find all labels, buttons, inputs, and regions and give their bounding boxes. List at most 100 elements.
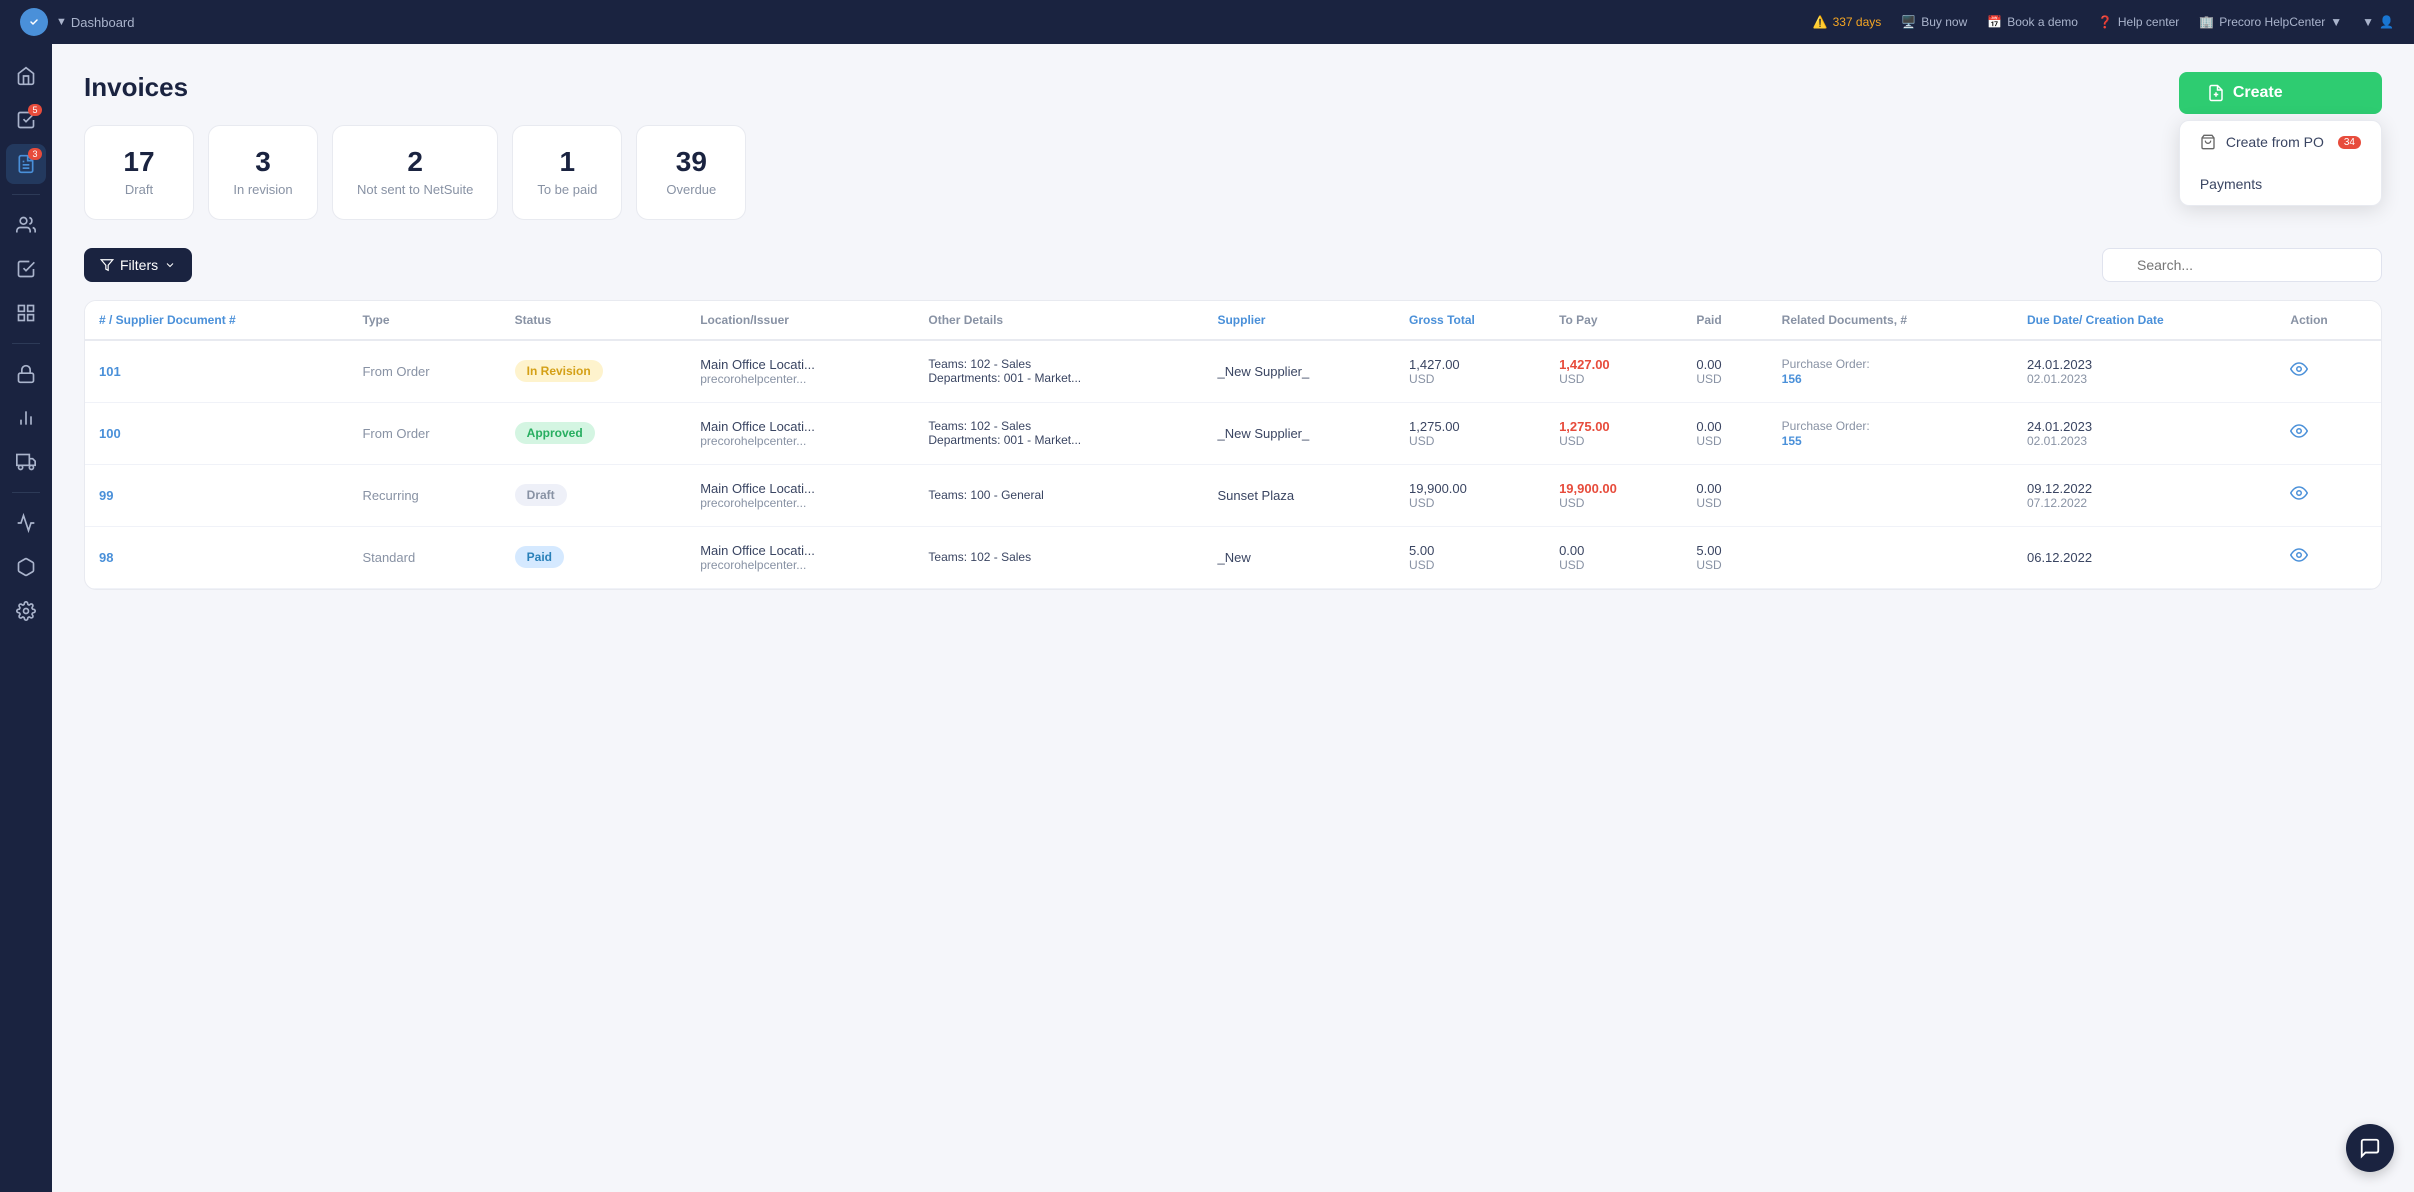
col-supplier-label: Supplier: [1217, 313, 1265, 327]
col-type-label: Type: [362, 313, 389, 327]
topay-currency-2: USD: [1559, 496, 1668, 510]
gross-amount-2: 19,900.00: [1409, 481, 1531, 496]
chat-bubble[interactable]: [2346, 1124, 2394, 1172]
stat-number-netsuite: 2: [357, 146, 473, 178]
creation-date-1: 02.01.2023: [2027, 434, 2262, 448]
view-button-0[interactable]: [2290, 365, 2308, 382]
filter-icon: [100, 258, 114, 272]
stat-card-overdue[interactable]: 39 Overdue: [636, 125, 746, 220]
cell-dates-2: 09.12.2022 07.12.2022: [2013, 464, 2276, 526]
stat-label-netsuite: Not sent to NetSuite: [357, 182, 473, 199]
location-main-0: Main Office Locati...: [700, 357, 900, 372]
sidebar-item-warehouse[interactable]: [6, 547, 46, 587]
cell-status-2: Draft: [501, 464, 687, 526]
sidebar-item-catalog[interactable]: [6, 293, 46, 333]
topay-currency-0: USD: [1559, 372, 1668, 386]
col-topay-label: To Pay: [1559, 313, 1597, 327]
related-doc-link-0[interactable]: 156: [1782, 372, 1802, 386]
invoice-link-2[interactable]: 99: [99, 488, 113, 503]
filters-button[interactable]: Filters: [84, 248, 192, 282]
orders-badge: 5: [28, 104, 42, 116]
cell-related-1: Purchase Order: 155: [1768, 402, 2013, 464]
payments-item[interactable]: Payments: [2180, 163, 2381, 205]
search-input[interactable]: [2102, 248, 2382, 282]
sidebar-divider-3: [12, 492, 40, 493]
create-dropdown: Create from PO 34 Payments: [2179, 120, 2382, 206]
cell-location-1: Main Office Locati... precorohelpcenter.…: [686, 402, 914, 464]
cell-id-1: 100: [85, 402, 348, 464]
breadcrumb[interactable]: ▼ Dashboard: [56, 15, 135, 30]
col-header-topay: To Pay: [1545, 301, 1682, 340]
paid-currency-3: USD: [1696, 558, 1753, 572]
sidebar-item-suppliers[interactable]: [6, 205, 46, 245]
stat-card-revision[interactable]: 3 In revision: [208, 125, 318, 220]
stat-card-tobepaid[interactable]: 1 To be paid: [512, 125, 622, 220]
create-area: Create Create from PO 34 Payments: [2179, 72, 2382, 206]
user-menu[interactable]: 🏢 Precoro HelpCenter ▼: [2199, 15, 2342, 29]
filters-label: Filters: [120, 257, 158, 273]
col-other-label: Other Details: [928, 313, 1003, 327]
sidebar-item-invoices[interactable]: 3: [6, 144, 46, 184]
invoices-table: # / Supplier Document # Type Status Loca…: [84, 300, 2382, 590]
col-header-status: Status: [501, 301, 687, 340]
view-button-2[interactable]: [2290, 489, 2308, 506]
sidebar-item-reports[interactable]: [6, 398, 46, 438]
col-header-related: Related Documents, #: [1768, 301, 2013, 340]
alert-days[interactable]: ⚠️ 337 days: [1813, 15, 1882, 29]
related-doc-link-1[interactable]: 155: [1782, 434, 1802, 448]
user-avatar-icon: 👤: [2379, 15, 2394, 29]
help-icon: ❓: [2098, 15, 2113, 29]
col-location-label: Location/Issuer: [700, 313, 789, 327]
cell-supplier-2: Sunset Plaza: [1203, 464, 1395, 526]
invoice-link-3[interactable]: 98: [99, 550, 113, 565]
topay-amount-1: 1,275.00: [1559, 419, 1668, 434]
other-dept-1: Departments: 001 - Market...: [928, 433, 1189, 447]
warning-icon: ⚠️: [1813, 15, 1828, 29]
sidebar-item-orders[interactable]: 5: [6, 100, 46, 140]
gross-currency-3: USD: [1409, 558, 1531, 572]
sidebar: 5 3: [0, 44, 52, 1192]
sidebar-item-approvals[interactable]: [6, 249, 46, 289]
chevron-icon: ▼: [56, 16, 67, 28]
stat-label-revision: In revision: [233, 182, 293, 199]
nav-right: ⚠️ 337 days 🖥️ Buy now 📅 Book a demo ❓ H…: [1813, 15, 2394, 29]
user-profile[interactable]: ▼ 👤: [2362, 15, 2394, 29]
view-button-3[interactable]: [2290, 551, 2308, 568]
cell-dates-1: 24.01.2023 02.01.2023: [2013, 402, 2276, 464]
status-badge-2: Draft: [515, 484, 567, 506]
sidebar-item-analytics[interactable]: [6, 503, 46, 543]
breadcrumb-parent[interactable]: Dashboard: [71, 15, 135, 30]
gross-currency-0: USD: [1409, 372, 1531, 386]
buy-now-link[interactable]: 🖥️ Buy now: [1901, 15, 1967, 29]
col-paid-label: Paid: [1696, 313, 1721, 327]
help-center-link[interactable]: ❓ Help center: [2098, 15, 2179, 29]
create-from-po-badge: 34: [2338, 136, 2361, 149]
create-from-po-item[interactable]: Create from PO 34: [2180, 121, 2381, 163]
cell-action-2: [2276, 464, 2381, 526]
col-related-label: Related Documents, #: [1782, 313, 1907, 327]
col-gross-label: Gross Total: [1409, 313, 1475, 327]
cell-paid-3: 5.00 USD: [1682, 526, 1767, 588]
status-badge-0: In Revision: [515, 360, 603, 382]
status-badge-1: Approved: [515, 422, 595, 444]
cell-gross-1: 1,275.00 USD: [1395, 402, 1545, 464]
invoice-link-1[interactable]: 100: [99, 426, 121, 441]
stats-row: 17 Draft 3 In revision 2 Not sent to Net…: [84, 125, 2382, 220]
other-dept-0: Departments: 001 - Market...: [928, 371, 1189, 385]
book-demo-link[interactable]: 📅 Book a demo: [1987, 15, 2078, 29]
invoice-link-0[interactable]: 101: [99, 364, 121, 379]
sidebar-item-settings[interactable]: [6, 591, 46, 631]
view-button-1[interactable]: [2290, 427, 2308, 444]
payments-label: Payments: [2200, 176, 2262, 192]
location-issuer-0: precorohelpcenter...: [700, 372, 900, 386]
create-button[interactable]: Create: [2179, 72, 2382, 114]
table-row: 99 Recurring Draft Main Office Locati...…: [85, 464, 2381, 526]
cell-supplier-0: _New Supplier_: [1203, 340, 1395, 403]
sidebar-item-receiving[interactable]: [6, 442, 46, 482]
stat-card-draft[interactable]: 17 Draft: [84, 125, 194, 220]
sidebar-item-lock[interactable]: [6, 354, 46, 394]
main-content: Invoices 17 Draft 3 In revision 2 Not se…: [52, 44, 2414, 1192]
cell-other-0: Teams: 102 - Sales Departments: 001 - Ma…: [914, 340, 1203, 403]
sidebar-item-home[interactable]: [6, 56, 46, 96]
stat-card-netsuite[interactable]: 2 Not sent to NetSuite: [332, 125, 498, 220]
